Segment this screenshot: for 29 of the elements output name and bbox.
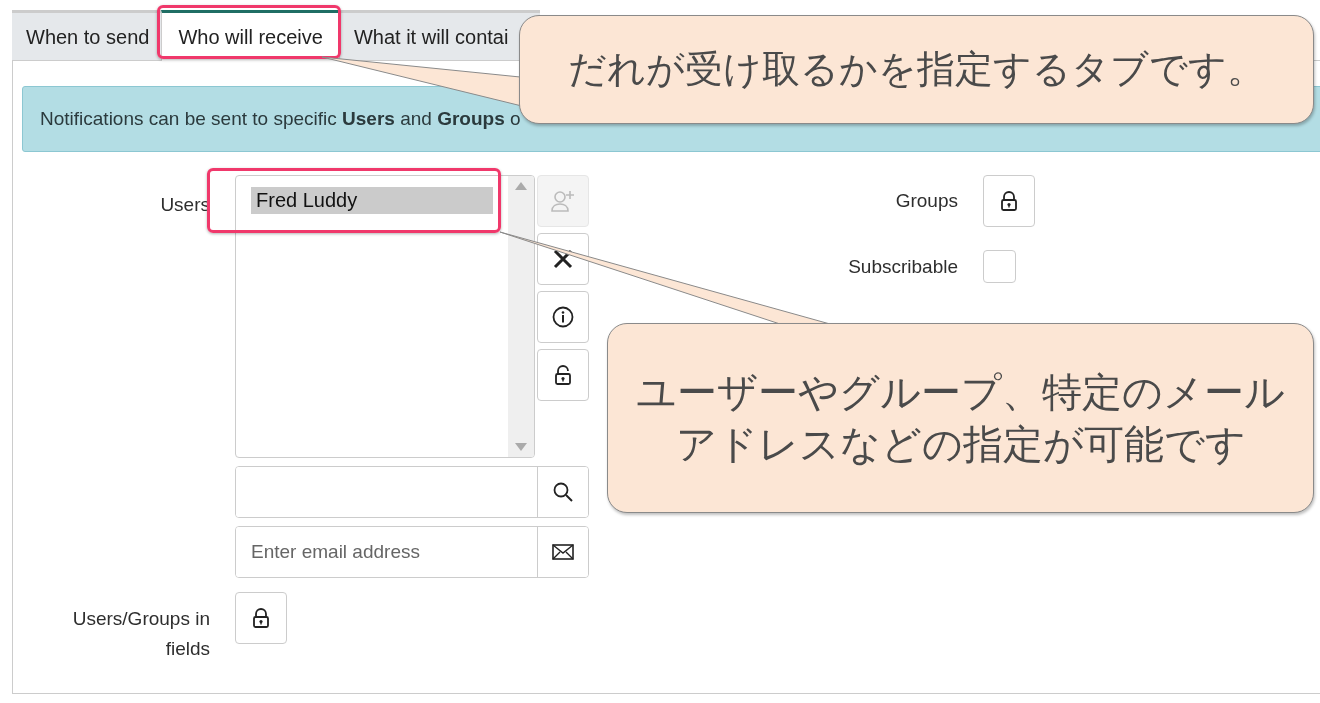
search-button[interactable]	[537, 467, 588, 517]
lock-button[interactable]	[983, 175, 1035, 227]
info-text: Notifications can be sent to specific Users and Groups o	[40, 108, 521, 130]
field-label: Subscribable	[847, 255, 958, 279]
lock-icon	[1000, 191, 1018, 211]
list-item[interactable]: Fred Luddy	[251, 187, 493, 214]
envelope-icon	[552, 544, 574, 560]
field-label: Users/Groups in fields	[71, 607, 210, 661]
checkbox[interactable]	[983, 250, 1016, 283]
lock-button[interactable]	[235, 592, 287, 644]
unlock-button[interactable]	[537, 349, 589, 401]
tab[interactable]: Who will receive	[161, 10, 340, 61]
close-icon	[553, 249, 573, 269]
tab[interactable]: When to send	[12, 10, 162, 61]
callout-text: だれが受け取るかを指定するタブです。	[568, 45, 1265, 93]
field-label: Groups	[894, 189, 958, 213]
add-user-icon	[551, 190, 575, 212]
add-email-button[interactable]	[537, 527, 588, 577]
search-icon	[552, 481, 574, 503]
lock-icon	[252, 608, 270, 628]
search-field[interactable]	[235, 466, 589, 518]
remove-button[interactable]	[537, 233, 589, 285]
callout-text: ユーザーやグループ、特定のメールアドレスなどの指定が可能です	[635, 368, 1286, 469]
info-button[interactable]	[537, 291, 589, 343]
tab[interactable]: What it will contai	[339, 10, 509, 61]
email-field[interactable]: Enter email address	[235, 526, 589, 578]
user-listbox[interactable]: Fred Luddy	[235, 175, 535, 458]
info-icon	[552, 306, 574, 328]
unlocked-lock-icon	[554, 365, 572, 385]
